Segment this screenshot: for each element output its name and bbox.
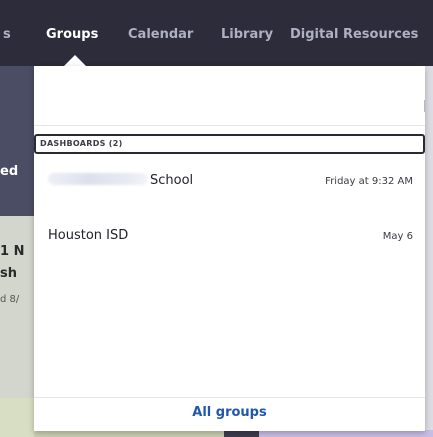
nav-item-library[interactable]: Library [221, 27, 273, 42]
dashboards-section-header: DASHBOARDS (2) [34, 134, 425, 154]
background-text: d 8/ [0, 294, 20, 305]
background-page-strip [0, 398, 34, 437]
list-item[interactable]: Houston ISD May 6 [34, 221, 425, 265]
list-item[interactable]: School Friday at 9:32 AM [34, 166, 425, 210]
group-search-area[interactable] [34, 66, 425, 126]
nav-item-groups[interactable]: Groups [46, 27, 98, 42]
all-groups-link[interactable]: All groups [192, 405, 266, 420]
background-page-right [425, 66, 433, 437]
nav-item-partial[interactable]: s [3, 27, 11, 42]
group-updated-time: Friday at 9:32 AM [325, 176, 413, 187]
background-text: sh [0, 266, 17, 281]
nav-item-calendar[interactable]: Calendar [128, 27, 193, 42]
redacted-text [48, 173, 148, 185]
nav-item-digital-resources[interactable]: Digital Resources [290, 27, 418, 42]
background-page-header [0, 66, 34, 216]
app-root: s Groups Calendar Library Digital Resour… [0, 0, 433, 437]
groups-dropdown: DASHBOARDS (2) School Friday at 9:32 AM … [34, 66, 425, 431]
group-updated-time: May 6 [382, 231, 413, 242]
background-text: 1 N [0, 244, 25, 259]
background-text: ed [0, 164, 19, 179]
background-page-bottom [34, 430, 433, 437]
dropdown-footer: All groups [34, 397, 425, 431]
text-cursor [424, 100, 425, 112]
group-name: School [48, 173, 193, 188]
group-name: Houston ISD [48, 228, 129, 243]
